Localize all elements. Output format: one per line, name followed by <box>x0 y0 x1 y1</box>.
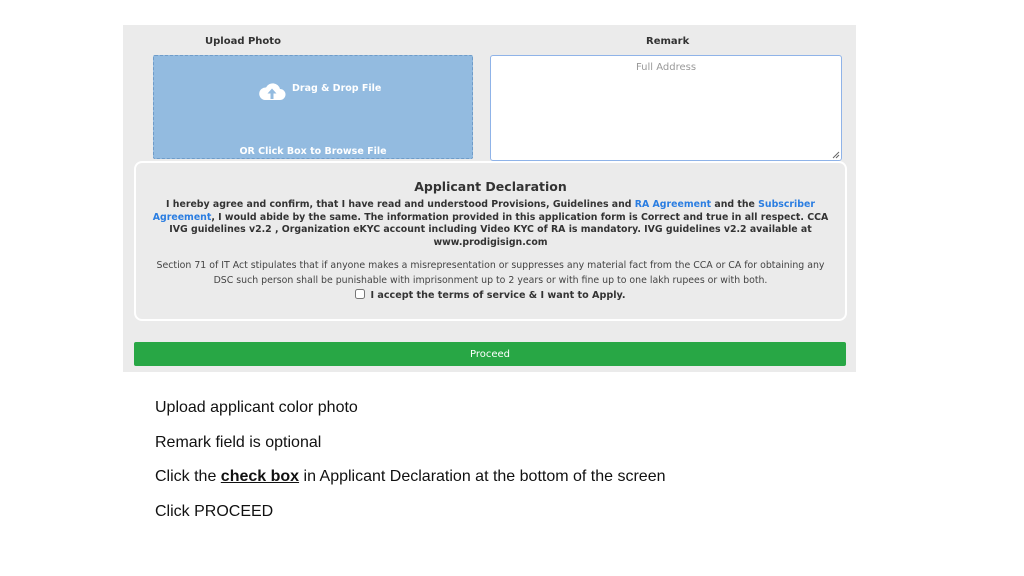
drag-drop-text: Drag & Drop File <box>292 83 382 94</box>
accept-terms-row[interactable]: I accept the terms of service & I want t… <box>136 289 845 301</box>
form-screenshot: Upload Photo Remark Drag & Drop File OR … <box>123 25 856 372</box>
instruction-line: Click PROCEED <box>155 502 274 520</box>
instruction-text: Click the <box>155 468 221 485</box>
applicant-declaration-card: Applicant Declaration I hereby agree and… <box>134 161 847 321</box>
legal-notice: Section 71 of IT Act stipulates that if … <box>156 260 825 286</box>
instruction-text: in Applicant Declaration at the bottom o… <box>299 468 666 485</box>
ra-agreement-link[interactable]: RA Agreement <box>635 199 711 210</box>
upload-photo-label: Upload Photo <box>205 36 281 47</box>
instruction-line: Remark field is optional <box>155 433 322 451</box>
cloud-upload-icon <box>259 83 286 100</box>
accept-terms-checkbox[interactable] <box>355 289 366 299</box>
proceed-button[interactable]: Proceed <box>134 342 846 366</box>
declaration-text-part: , I would abide by the same. The informa… <box>169 211 829 248</box>
instructions: Upload applicant color photo Remark fiel… <box>155 398 666 536</box>
declaration-text-part: I hereby agree and confirm, that I have … <box>166 199 635 210</box>
instruction-line: Upload applicant color photo <box>155 399 358 416</box>
instruction-emphasis: check box <box>220 468 300 485</box>
instruction-line: Click the check box in Applicant Declara… <box>155 467 666 502</box>
resize-grip-icon[interactable] <box>832 151 840 159</box>
browse-file-text: OR Click Box to Browse File <box>239 146 387 157</box>
remark-textarea[interactable] <box>490 55 842 161</box>
photo-upload-dropzone[interactable]: Drag & Drop File OR Click Box to Browse … <box>153 55 473 159</box>
declaration-text: I hereby agree and confirm, that I have … <box>150 199 831 249</box>
declaration-text-part: and the <box>711 199 759 210</box>
accept-terms-label: I accept the terms of service & I want t… <box>370 290 626 301</box>
declaration-title: Applicant Declaration <box>414 179 567 194</box>
remark-label: Remark <box>646 36 690 47</box>
